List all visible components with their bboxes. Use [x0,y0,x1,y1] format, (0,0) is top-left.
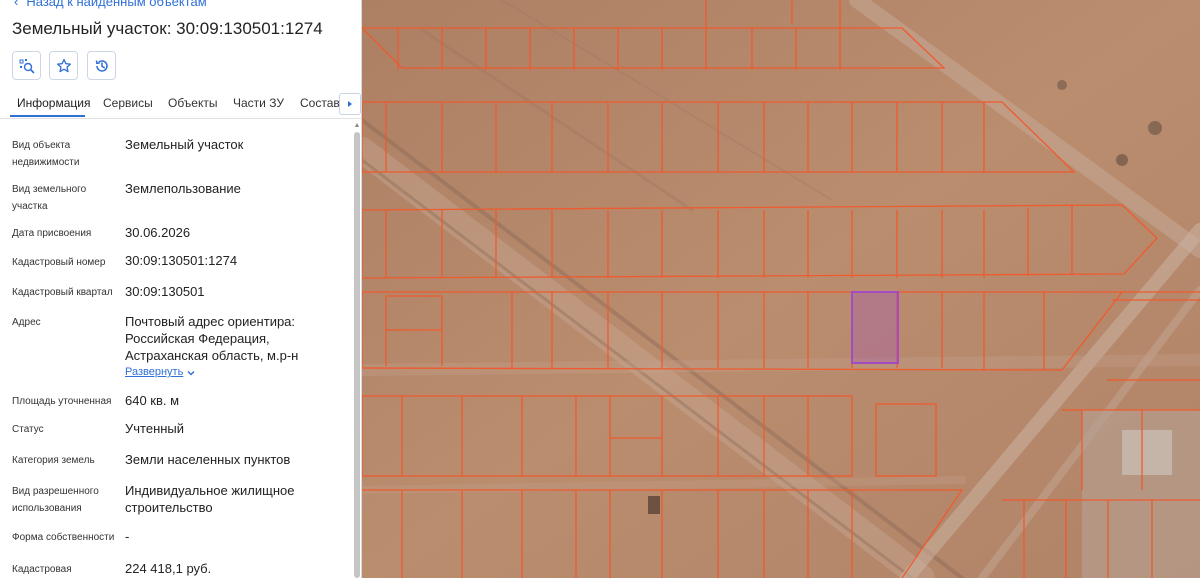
value-ownership: - [125,529,130,544]
active-tab-indicator [10,115,85,117]
arrow-left-icon: ‹ [14,0,19,9]
label-assigned-date: Дата присвоения [12,228,92,239]
value-area: 640 кв. м [125,393,180,408]
tabs-scroll-right-button[interactable] [339,93,361,115]
tab-parts[interactable]: Части ЗУ [233,96,284,110]
value-assigned-date: 30.06.2026 [125,225,191,240]
label-object-type: Вид объекта недвижимости [12,140,80,168]
scroll-thumb[interactable] [354,132,360,578]
caret-right-icon [348,101,352,107]
label-status: Статус [12,424,44,435]
label-ownership: Форма собственности [12,532,115,543]
label-address: Адрес [12,317,41,328]
value-cadastral-block: 30:09:130501 [125,284,205,299]
value-permitted-use: Индивидуальное жилищное строительство [125,483,295,515]
chevron-down-icon[interactable] [186,368,196,378]
value-status: Учтенный [125,421,185,436]
page-title: Земельный участок: 30:09:130501:1274 [12,19,323,38]
value-cadastral-value: 224 418,1 руб. [125,561,212,576]
label-category: Категория земель [12,455,95,466]
label-cadastral-value: Кадастровая [12,564,72,575]
scroll-up-icon[interactable]: ▲ [353,122,361,130]
label-land-type: Вид земельного участка [12,184,87,212]
value-category: Земли населенных пунктов [125,452,291,467]
label-cadastral-block: Кадастровый квартал [12,287,113,298]
favorite-button[interactable] [49,51,78,80]
tab-objects[interactable]: Объекты [168,96,218,110]
star-icon [56,58,71,72]
history-icon [95,59,108,72]
value-land-type: Землепользование [125,181,241,196]
map-canvas[interactable] [362,0,1200,578]
panel-scrollbar[interactable]: ▲ [353,120,361,578]
value-object-type: Земельный участок [125,137,244,152]
value-cadastral-number: 30:09:130501:1274 [125,253,238,268]
locate-on-map-button[interactable] [12,51,41,80]
locate-icon [19,58,35,74]
selected-parcel[interactable] [851,291,899,364]
label-cadastral-number: Кадастровый номер [12,257,106,268]
label-permitted-use: Вид разрешенного использования [12,486,99,514]
tab-composition[interactable]: Состав [300,96,340,110]
history-button[interactable] [87,51,116,80]
value-address: Почтовый адрес ориентира: Российская Фед… [125,314,299,363]
tab-information[interactable]: Информация [17,96,90,110]
cadastral-map[interactable] [362,0,1200,578]
expand-address-link[interactable]: Развернуть [125,366,183,378]
back-link[interactable]: ‹ Назад к найденным объектам [14,0,207,9]
tab-services[interactable]: Сервисы [103,96,153,110]
info-panel: ‹ Назад к найденным объектам Земельный уч… [0,0,362,578]
label-area: Площадь уточненная [12,396,112,407]
